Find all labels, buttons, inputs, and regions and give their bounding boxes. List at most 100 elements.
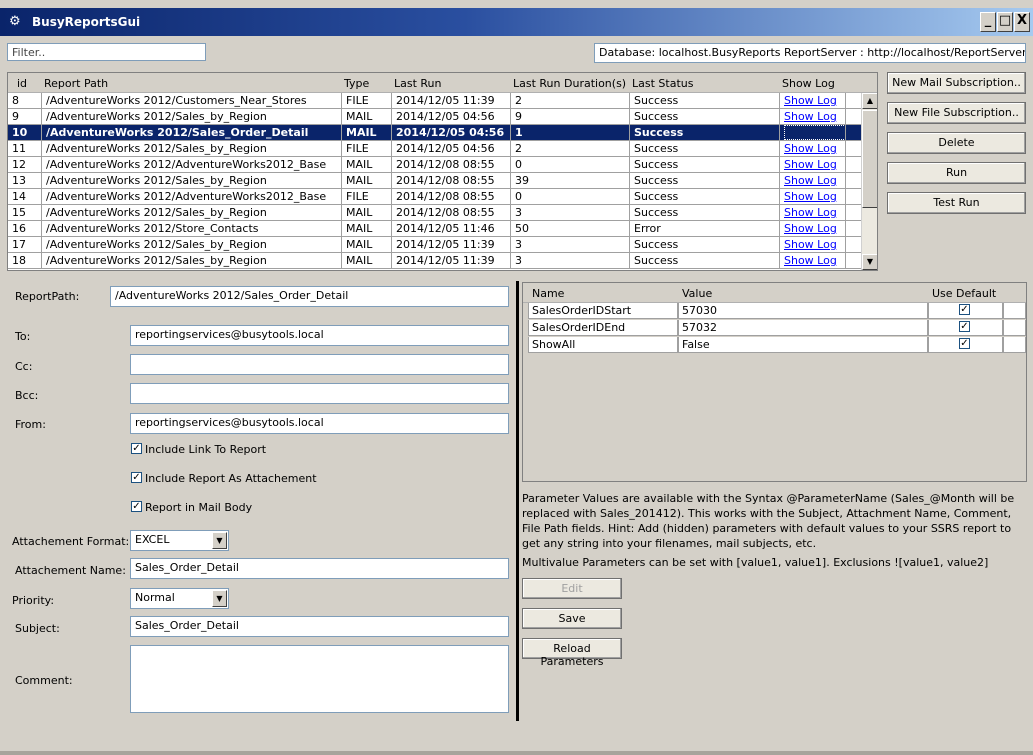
show-log-link[interactable]: Show Log xyxy=(784,222,837,235)
show-log-link[interactable]: Show Log xyxy=(784,142,837,155)
col-header-last-status[interactable]: Last Status xyxy=(632,77,693,90)
table-row[interactable]: 11/AdventureWorks 2012/Sales_by_Region FI… xyxy=(8,141,863,157)
minimize-button[interactable]: _ xyxy=(980,12,996,32)
cell-id[interactable]: 15 xyxy=(8,205,42,221)
cell-path[interactable]: /AdventureWorks 2012/Sales_by_Region xyxy=(42,173,342,189)
cell-type[interactable]: FILE xyxy=(342,189,392,205)
table-row[interactable]: 16/AdventureWorks 2012/Store_Contacts MAI… xyxy=(8,221,863,237)
cell-status[interactable]: Success xyxy=(630,109,780,125)
cell-type[interactable]: MAIL xyxy=(342,109,392,125)
cell-type[interactable]: MAIL xyxy=(342,173,392,189)
cell-duration[interactable]: 39 xyxy=(511,173,630,189)
cell-type[interactable]: MAIL xyxy=(342,237,392,253)
col-header-type[interactable]: Type xyxy=(344,77,369,90)
show-log-cell[interactable]: Show Log xyxy=(780,189,846,205)
cell-status[interactable]: Error xyxy=(630,221,780,237)
attachment-name-field[interactable]: Sales_Order_Detail xyxy=(130,558,509,579)
table-row[interactable]: 14/AdventureWorks 2012/AdventureWorks201… xyxy=(8,189,863,205)
save-button[interactable]: Save xyxy=(522,608,622,629)
close-button[interactable]: X xyxy=(1014,12,1030,32)
vertical-divider[interactable] xyxy=(516,281,519,721)
cell-duration[interactable]: 0 xyxy=(511,189,630,205)
show-log-cell[interactable]: Show Log xyxy=(780,221,846,237)
param-row[interactable]: ShowAll False ✓ xyxy=(528,337,1026,353)
param-col-use-default[interactable]: Use Default xyxy=(932,287,996,300)
report-in-body-checkbox[interactable]: ✓ xyxy=(131,501,142,512)
scroll-thumb[interactable] xyxy=(862,110,877,208)
cell-id[interactable]: 13 xyxy=(8,173,42,189)
param-value-cell[interactable]: 57030 xyxy=(678,303,928,319)
cell-duration[interactable]: 2 xyxy=(511,93,630,109)
delete-button[interactable]: Delete xyxy=(887,132,1026,154)
priority-select[interactable]: Normal ▼ xyxy=(130,588,229,609)
cell-type[interactable]: MAIL xyxy=(342,205,392,221)
table-row[interactable]: 18/AdventureWorks 2012/Sales_by_Region MA… xyxy=(8,253,863,269)
bcc-field[interactable] xyxy=(130,383,509,404)
include-attachment-checkbox[interactable]: ✓ xyxy=(131,472,142,483)
attachment-format-select[interactable]: EXCEL ▼ xyxy=(130,530,229,551)
to-field[interactable]: reportingservices@busytools.local xyxy=(130,325,509,346)
table-row[interactable]: 10/AdventureWorks 2012/Sales_Order_Detai… xyxy=(8,125,863,141)
cell-duration[interactable]: 3 xyxy=(511,205,630,221)
param-name-cell[interactable]: SalesOrderIDStart xyxy=(528,303,678,319)
cell-id[interactable]: 18 xyxy=(8,253,42,269)
parameters-grid[interactable]: Name Value Use Default SalesOrderIDStart… xyxy=(522,282,1027,482)
col-header-report-path[interactable]: Report Path xyxy=(44,77,108,90)
include-link-checkbox[interactable]: ✓ xyxy=(131,443,142,454)
table-row[interactable]: 9/AdventureWorks 2012/Sales_by_Region MAI… xyxy=(8,109,863,125)
reload-parameters-button[interactable]: Reload Parameters xyxy=(522,638,622,668)
show-log-cell[interactable]: Show Log xyxy=(780,173,846,189)
show-log-link[interactable]: Show Log xyxy=(784,110,837,123)
edit-button[interactable]: Edit xyxy=(522,578,622,599)
cell-last-run[interactable]: 2014/12/05 04:56 xyxy=(392,109,511,125)
cell-duration[interactable]: 0 xyxy=(511,157,630,173)
cell-last-run[interactable]: 2014/12/05 11:46 xyxy=(392,221,511,237)
maximize-button[interactable]: □ xyxy=(997,12,1013,32)
subscriptions-grid[interactable]: id Report Path Type Last Run Last Run Du… xyxy=(7,72,878,271)
new-mail-subscription-button[interactable]: New Mail Subscription.. xyxy=(887,72,1026,94)
use-default-checkbox[interactable]: ✓ xyxy=(959,338,970,349)
show-log-link[interactable]: Show Log xyxy=(784,254,837,267)
cell-path[interactable]: /AdventureWorks 2012/Store_Contacts xyxy=(42,221,342,237)
cell-id[interactable]: 12 xyxy=(8,157,42,173)
cell-last-run[interactable]: 2014/12/05 04:56 xyxy=(392,141,511,157)
cell-duration[interactable]: 1 xyxy=(511,125,630,141)
col-header-show-log[interactable]: Show Log xyxy=(782,77,835,90)
cell-id[interactable]: 8 xyxy=(8,93,42,109)
test-run-button[interactable]: Test Run xyxy=(887,192,1026,214)
param-name-cell[interactable]: ShowAll xyxy=(528,337,678,353)
param-value-cell[interactable]: 57032 xyxy=(678,320,928,336)
show-log-cell[interactable]: Show Log xyxy=(780,157,846,173)
cell-id[interactable]: 17 xyxy=(8,237,42,253)
cell-duration[interactable]: 3 xyxy=(511,237,630,253)
param-name-cell[interactable]: SalesOrderIDEnd xyxy=(528,320,678,336)
show-log-cell[interactable]: Show Log xyxy=(780,205,846,221)
cell-duration[interactable]: 50 xyxy=(511,221,630,237)
show-log-cell[interactable]: Show Log xyxy=(780,141,846,157)
run-button[interactable]: Run xyxy=(887,162,1026,184)
table-row[interactable]: 13/AdventureWorks 2012/Sales_by_Region MA… xyxy=(8,173,863,189)
report-in-body-label[interactable]: Report in Mail Body xyxy=(145,501,252,514)
cell-id[interactable]: 14 xyxy=(8,189,42,205)
filter-input[interactable] xyxy=(7,43,206,61)
chevron-down-icon[interactable]: ▼ xyxy=(212,590,227,607)
param-use-default-cell[interactable]: ✓ xyxy=(928,303,1003,319)
cell-last-run[interactable]: 2014/12/08 08:55 xyxy=(392,173,511,189)
show-log-cell[interactable]: Show Log xyxy=(780,109,846,125)
param-value-cell[interactable]: False xyxy=(678,337,928,353)
cell-path[interactable]: /AdventureWorks 2012/Sales_Order_Detail xyxy=(42,125,342,141)
cell-type[interactable]: MAIL xyxy=(342,253,392,269)
cell-path[interactable]: /AdventureWorks 2012/Customers_Near_Stor… xyxy=(42,93,342,109)
scroll-up-icon[interactable]: ▲ xyxy=(862,93,877,109)
cell-path[interactable]: /AdventureWorks 2012/Sales_by_Region xyxy=(42,141,342,157)
cell-type[interactable]: MAIL xyxy=(342,157,392,173)
param-row[interactable]: SalesOrderIDStart 57030 ✓ xyxy=(528,303,1026,319)
show-log-cell[interactable]: Show Log xyxy=(780,93,846,109)
cell-last-run[interactable]: 2014/12/05 11:39 xyxy=(392,93,511,109)
show-log-link[interactable]: Show Log xyxy=(784,94,837,107)
cell-id[interactable]: 16 xyxy=(8,221,42,237)
cell-path[interactable]: /AdventureWorks 2012/Sales_by_Region xyxy=(42,253,342,269)
cc-field[interactable] xyxy=(130,354,509,375)
show-log-link[interactable]: Show Log xyxy=(784,238,837,251)
cell-path[interactable]: /AdventureWorks 2012/AdventureWorks2012_… xyxy=(42,189,342,205)
